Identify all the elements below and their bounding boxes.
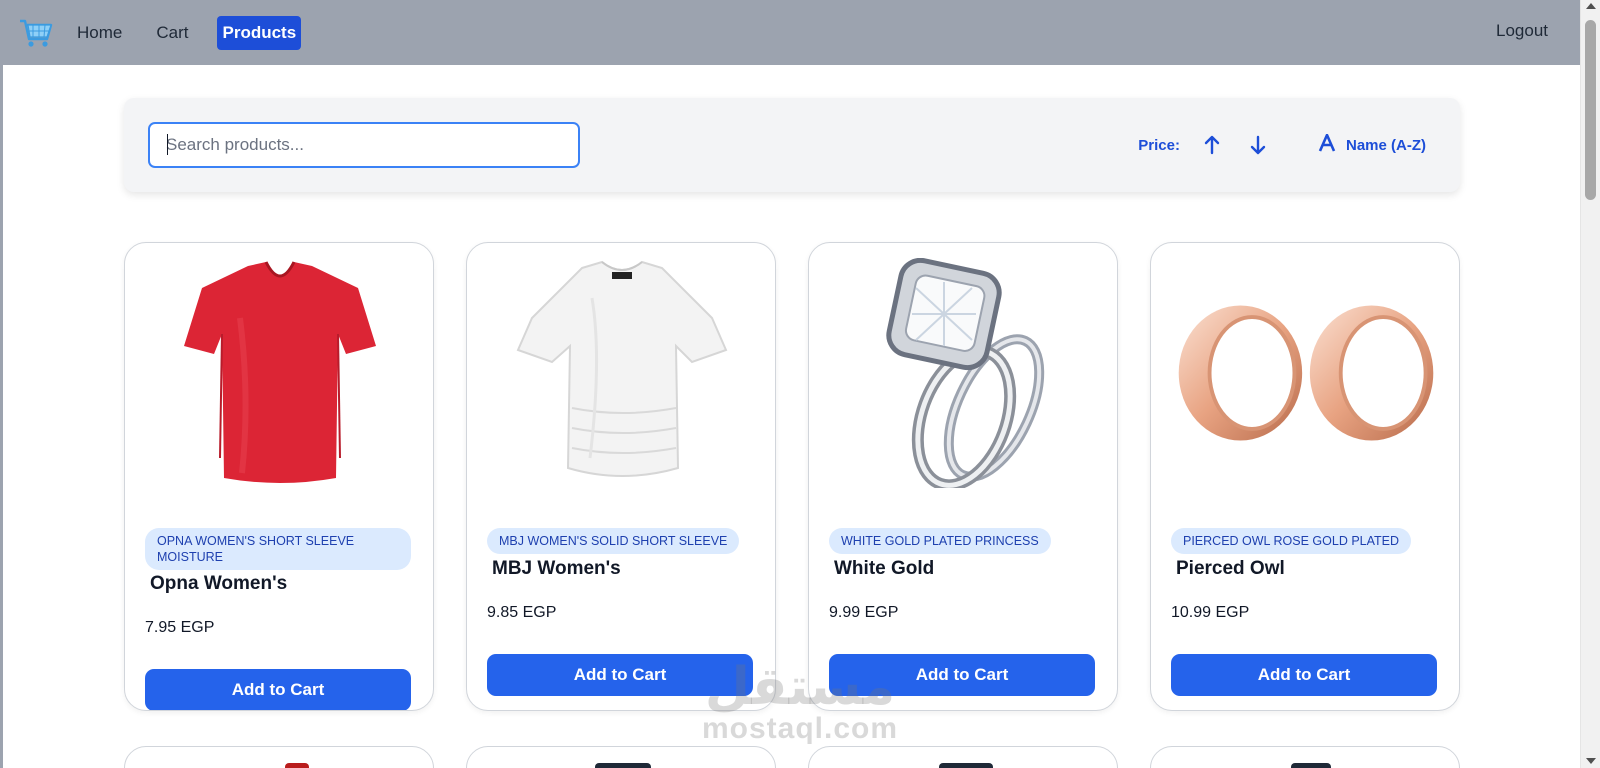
vertical-scrollbar[interactable]: [1580, 0, 1600, 768]
product-name: MBJ Women's: [492, 558, 621, 579]
product-card: PIERCED OWL ROSE GOLD PLATED Pierced Owl…: [1150, 242, 1460, 711]
product-price: 9.85 EGP: [487, 604, 557, 621]
sort-controls: Price: Name (A-Z): [1138, 98, 1426, 192]
product-card: OPNA WOMEN'S SHORT SLEEVE MOISTURE Opna …: [124, 242, 434, 711]
page-edge: [0, 65, 3, 768]
product-category-badge: MBJ WOMEN'S SOLID SHORT SLEEVE: [487, 528, 740, 554]
nav-link-home[interactable]: Home: [72, 17, 127, 49]
watermark-latin: mostaql.com: [701, 712, 899, 745]
arrow-down-icon[interactable]: [1244, 131, 1272, 159]
font-letter-a-icon: [1318, 133, 1336, 157]
product-card-partial: [808, 746, 1118, 768]
filter-bar: Price: Name (A-Z): [124, 98, 1460, 192]
product-image: [145, 255, 415, 491]
product-card-partial: [466, 746, 776, 768]
add-to-cart-button[interactable]: Add to Cart: [1171, 654, 1437, 696]
search-input[interactable]: [148, 122, 580, 168]
scroll-down-icon[interactable]: [1586, 758, 1596, 764]
logout-link[interactable]: Logout: [1496, 21, 1548, 41]
shopping-cart-icon[interactable]: [18, 15, 54, 51]
product-category-badge: PIERCED OWL ROSE GOLD PLATED: [1171, 528, 1412, 554]
name-sort-label: Name (A-Z): [1345, 136, 1426, 154]
product-image: [487, 255, 757, 491]
add-to-cart-button[interactable]: Add to Cart: [829, 654, 1095, 696]
product-card: MBJ WOMEN'S SOLID SHORT SLEEVE MBJ Women…: [466, 242, 776, 711]
product-name: White Gold: [834, 558, 935, 579]
product-price: 9.99 EGP: [829, 604, 899, 621]
name-sort-button[interactable]: Name (A-Z): [1318, 133, 1426, 157]
nav-links: Home Cart Products: [72, 15, 302, 50]
product-card-partial: [1150, 746, 1460, 768]
product-name: Opna Women's: [150, 573, 288, 594]
add-to-cart-button[interactable]: Add to Cart: [145, 669, 411, 710]
scrollbar-thumb[interactable]: [1585, 20, 1596, 200]
product-category-badge: WHITE GOLD PLATED PRINCESS: [829, 528, 1051, 554]
product-card-partial: [124, 746, 434, 768]
text-caret: [167, 134, 168, 155]
product-name: Pierced Owl: [1176, 558, 1285, 579]
nav-link-products[interactable]: Products: [217, 15, 302, 50]
product-image: [829, 255, 1099, 491]
product-card: WHITE GOLD PLATED PRINCESS White Gold 9.…: [808, 242, 1118, 711]
nav-link-cart[interactable]: Cart: [151, 17, 193, 49]
product-category-badge: OPNA WOMEN'S SHORT SLEEVE MOISTURE: [145, 528, 411, 570]
product-price: 7.95 EGP: [145, 619, 215, 636]
price-sort-label: Price:: [1138, 136, 1180, 154]
product-price: 10.99 EGP: [1171, 604, 1250, 621]
arrow-up-icon[interactable]: [1198, 131, 1226, 159]
product-image: [1171, 255, 1441, 491]
top-navbar: Home Cart Products Logout: [0, 0, 1580, 65]
add-to-cart-button[interactable]: Add to Cart: [487, 654, 753, 696]
scroll-up-icon[interactable]: [1586, 3, 1596, 9]
